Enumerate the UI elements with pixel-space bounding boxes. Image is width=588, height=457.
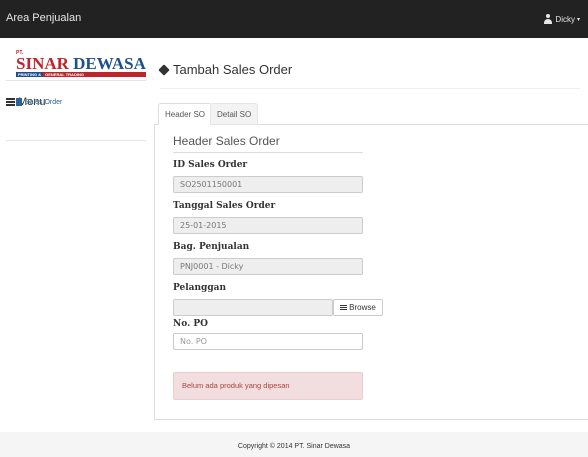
user-icon: [543, 14, 553, 24]
user-name: Dicky: [555, 14, 575, 24]
logo-sub-trading: GENERAL TRADING: [43, 72, 146, 77]
bag-penjualan-label: Bag. Penjualan: [173, 242, 250, 252]
id-sales-order-field: SO2501150001: [173, 176, 363, 193]
logo-sub-printing: PRINTING &: [16, 72, 44, 77]
copyright-text: Copyright © 2014 PT. Sinar Dewasa: [237, 443, 351, 450]
tab-header-so[interactable]: Header SO: [158, 103, 213, 125]
sidebar: PT. SINAR DEWASA PRINTING & GENERAL TRAD…: [0, 38, 150, 418]
top-navbar: Area Penjualan Dicky ▾: [0, 0, 588, 38]
logo-word-dewasa: DEWASA: [73, 54, 146, 73]
navbar-brand[interactable]: Area Penjualan: [6, 12, 81, 24]
tab-detail-so[interactable]: Detail SO: [210, 103, 259, 125]
pelanggan-label: Pelanggan: [173, 283, 227, 293]
logo-subtitle: PRINTING & GENERAL TRADING: [16, 72, 146, 77]
footer: Copyright © 2014 PT. Sinar Dewasa: [0, 432, 588, 457]
section-title: Header Sales Order: [173, 134, 280, 148]
header-divider: [160, 88, 580, 89]
browse-button[interactable]: Browse: [333, 299, 383, 316]
no-po-label: No. PO: [173, 319, 208, 329]
tag-icon: [158, 63, 170, 76]
section-divider: [173, 152, 363, 153]
logo-word-sinar: SINAR: [16, 54, 69, 73]
list-icon: [340, 304, 348, 311]
caret-down-icon: ▾: [576, 16, 580, 23]
menu-divider-bottom: [6, 140, 146, 141]
empty-product-alert: Belum ada produk yang dipesan: [173, 372, 363, 400]
pelanggan-field: [173, 299, 333, 316]
company-logo: PT. SINAR DEWASA PRINTING & GENERAL TRAD…: [16, 50, 148, 77]
sidebar-item-sales-order[interactable]: Sales Order: [16, 98, 62, 106]
tanggal-sales-order-field: 25-01-2015: [173, 217, 363, 234]
no-po-field[interactable]: No. PO: [173, 333, 363, 350]
menu-divider: [6, 80, 146, 81]
page-title: Tambah Sales Order: [158, 62, 293, 77]
user-menu[interactable]: Dicky ▾: [543, 14, 580, 24]
id-sales-order-label: ID Sales Order: [173, 160, 248, 170]
browse-label: Browse: [349, 303, 376, 312]
tanggal-sales-order-label: Tanggal Sales Order: [173, 201, 276, 211]
tab-bar: Header SO Detail SO: [154, 103, 588, 125]
page-title-text: Tambah Sales Order: [173, 62, 293, 77]
list-icon: [6, 98, 15, 106]
logo-wordmark: SINAR DEWASA: [16, 54, 146, 74]
file-icon: [16, 98, 22, 106]
bag-penjualan-field: PNJ0001 - Dicky: [173, 258, 363, 275]
sidebar-item-label: Sales Order: [25, 98, 63, 106]
